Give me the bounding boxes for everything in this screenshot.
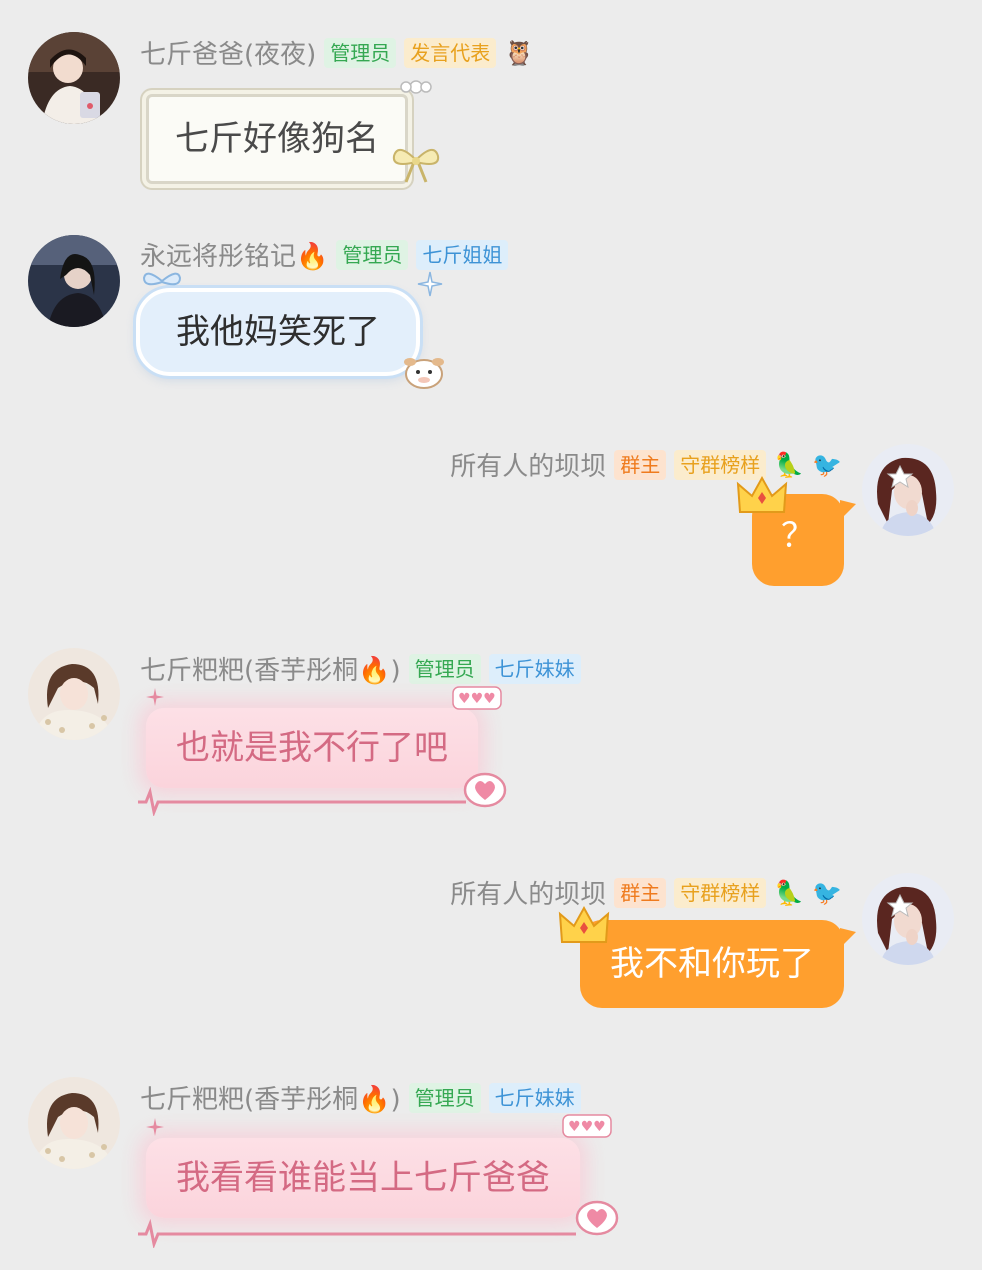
badge-title: 七斤妹妹 xyxy=(488,1082,581,1113)
sparkle-icon xyxy=(146,1118,164,1136)
hearts-tag-icon: ♥♥♥ xyxy=(452,686,502,710)
heart-icon xyxy=(575,1200,619,1236)
message-bubble[interactable]: 我他妈笑死了 xyxy=(136,288,420,376)
badge-title: 守群榜样 xyxy=(674,877,767,908)
badge-title: 七斤妹妹 xyxy=(488,653,581,684)
svg-text:♥♥♥: ♥♥♥ xyxy=(568,1119,606,1135)
sender-name[interactable]: 所有人的坝坝 xyxy=(450,446,606,483)
badge-owner: 群主 xyxy=(614,449,667,480)
badge-title: 守群榜样 xyxy=(674,449,767,480)
message-text: 我看看谁能当上七斤爸爸 xyxy=(176,1158,550,1198)
message-bubble[interactable]: 我不和你玩了 xyxy=(580,920,844,1008)
sender-name[interactable]: 所有人的坝坝 xyxy=(450,874,606,911)
sender-row: 所有人的坝坝 群主 守群榜样 🦜 🐦 xyxy=(450,446,842,483)
badge-owner: 群主 xyxy=(614,877,667,908)
hearts-tag-icon: ♥♥♥ xyxy=(562,1114,612,1138)
badge-admin: 管理员 xyxy=(408,653,481,684)
badge-title: 七斤姐姐 xyxy=(416,239,509,270)
message-text: 也就是我不行了吧 xyxy=(176,728,448,768)
sender-name[interactable]: 七斤粑粑(香芋彤桐🔥) xyxy=(140,650,401,687)
svg-text:♥♥♥: ♥♥♥ xyxy=(458,691,496,707)
badge-speaker: 发言代表 xyxy=(404,37,497,68)
message-bubble[interactable]: 也就是我不行了吧 xyxy=(146,708,478,788)
badge-admin: 管理员 xyxy=(336,239,409,270)
message-text: 我他妈笑死了 xyxy=(176,312,380,352)
message-text: ？ xyxy=(781,516,815,556)
sender-row: 永远将彤铭记🔥 管理员 七斤姐姐 xyxy=(140,236,509,273)
message-bubble[interactable]: ？ xyxy=(752,494,844,586)
message-text: 我不和你玩了 xyxy=(610,944,814,984)
parrot-icon: 🦜 xyxy=(774,450,805,479)
sparkle-icon xyxy=(146,688,164,706)
message-bubble[interactable]: 七斤好像狗名 xyxy=(146,94,408,184)
badge-admin: 管理员 xyxy=(324,37,397,68)
avatar[interactable] xyxy=(862,873,954,965)
sender-row: 七斤粑粑(香芋彤桐🔥) 管理员 七斤妹妹 xyxy=(140,650,581,687)
heartbeat-line xyxy=(138,1218,576,1248)
sender-row: 所有人的坝坝 群主 守群榜样 🦜 🐦 xyxy=(450,874,842,911)
sender-row: 七斤粑粑(香芋彤桐🔥) 管理员 七斤妹妹 xyxy=(140,1079,581,1116)
message-bubble[interactable]: 我看看谁能当上七斤爸爸 xyxy=(146,1138,580,1218)
sender-name[interactable]: 七斤爸爸(夜夜) xyxy=(140,34,316,71)
owl-icon: 🦉 xyxy=(504,38,535,67)
sparkle-icon xyxy=(417,271,443,297)
heartbeat-line xyxy=(138,786,466,816)
bird-icon: 🐦 xyxy=(812,878,842,907)
avatar[interactable] xyxy=(28,648,120,740)
sender-name[interactable]: 永远将彤铭记🔥 xyxy=(140,236,328,273)
badge-admin: 管理员 xyxy=(408,1082,481,1113)
sender-name[interactable]: 七斤粑粑(香芋彤桐🔥) xyxy=(140,1079,401,1116)
avatar[interactable] xyxy=(28,32,120,124)
message-text: 七斤好像狗名 xyxy=(175,119,379,159)
avatar[interactable] xyxy=(28,235,120,327)
bird-icon: 🐦 xyxy=(812,450,842,479)
avatar[interactable] xyxy=(28,1077,120,1169)
parrot-icon: 🦜 xyxy=(774,878,805,907)
sender-row: 七斤爸爸(夜夜) 管理员 发言代表 🦉 xyxy=(140,34,534,71)
avatar[interactable] xyxy=(862,444,954,536)
